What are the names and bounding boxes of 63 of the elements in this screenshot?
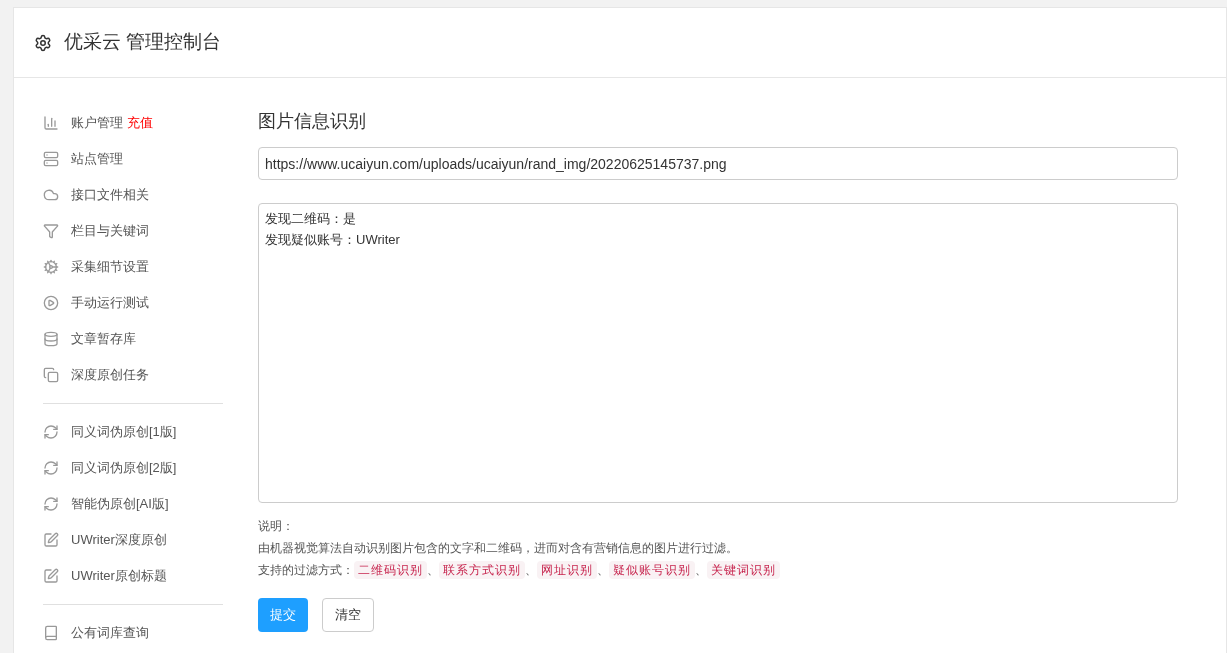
sidebar-item-label: 文章暂存库: [71, 330, 136, 349]
filter-icon: [43, 223, 59, 239]
sidebar-item-label: 栏目与关键词: [71, 222, 149, 241]
method-tag: 网址识别: [537, 561, 597, 579]
result-line: 发现二维码：是: [265, 210, 356, 228]
sidebar-item[interactable]: 文章暂存库: [43, 321, 223, 357]
refresh-icon: [43, 496, 59, 512]
sidebar-item-label: 接口文件相关: [71, 186, 149, 205]
sidebar-item[interactable]: 账户管理 充值: [43, 105, 223, 141]
refresh-icon: [43, 460, 59, 476]
server-icon: [43, 151, 59, 167]
sidebar-item[interactable]: 智能伪原创[AI版]: [43, 486, 223, 522]
separator: 、: [525, 562, 537, 579]
separator: 、: [695, 562, 707, 579]
method-tag: 二维码识别: [354, 561, 427, 579]
play-icon: [43, 295, 59, 311]
sidebar-item-label: 采集细节设置: [71, 258, 149, 277]
recharge-link[interactable]: 充值: [127, 113, 153, 133]
notes-heading: 说明：: [258, 518, 295, 535]
book-icon: [43, 625, 59, 641]
sidebar-item[interactable]: 深度原创任务: [43, 357, 223, 393]
cloud-icon: [43, 187, 59, 203]
sidebar-item-label: 手动运行测试: [71, 294, 149, 313]
separator: 、: [427, 562, 439, 579]
sidebar-item[interactable]: 公有词库查询: [43, 615, 223, 651]
clear-button[interactable]: 清空: [322, 598, 374, 632]
sidebar-item-label: 智能伪原创[AI版]: [71, 495, 169, 514]
methods-label: 支持的过滤方式：: [258, 562, 354, 579]
method-tag: 联系方式识别: [439, 561, 525, 579]
result-line: 发现疑似账号：UWriter: [265, 231, 400, 249]
sidebar-item[interactable]: 同义词伪原创[2版]: [43, 450, 223, 486]
sidebar-item-label: 同义词伪原创[2版]: [71, 459, 177, 478]
sidebar-item-label: 账户管理: [71, 114, 123, 133]
database-icon: [43, 331, 59, 347]
edit-icon: [43, 532, 59, 548]
sidebar-item[interactable]: 站点管理: [43, 141, 223, 177]
edit-icon: [43, 568, 59, 584]
result-box[interactable]: 发现二维码：是 发现疑似账号：UWriter: [258, 203, 1178, 503]
sidebar-item[interactable]: 栏目与关键词: [43, 213, 223, 249]
page-title: 图片信息识别: [258, 110, 367, 133]
sidebar-item[interactable]: 同义词伪原创[1版]: [43, 414, 223, 450]
sidebar-item[interactable]: 采集细节设置: [43, 249, 223, 285]
sidebar-item-label: 同义词伪原创[1版]: [71, 423, 177, 442]
refresh-icon: [43, 424, 59, 440]
method-tag: 疑似账号识别: [609, 561, 695, 579]
gear-icon: [43, 259, 59, 275]
sidebar-item-label: UWriter深度原创: [71, 531, 167, 550]
separator: 、: [597, 562, 609, 579]
url-field[interactable]: https://www.ucaiyun.com/uploads/ucaiyun/rand_img/20220625145737.png: [258, 147, 1178, 180]
settings-icon: [34, 33, 52, 52]
sidebar-item-label: 公有词库查询: [71, 624, 149, 643]
copy-icon: [43, 367, 59, 383]
bar-chart-icon: [43, 115, 59, 131]
notes-description: 由机器视觉算法自动识别图片包含的文字和二维码，进而对含有营销信息的图片进行过滤。: [258, 540, 739, 557]
sidebar-item[interactable]: UWriter深度原创: [43, 522, 223, 558]
method-tag: 关键词识别: [707, 561, 780, 579]
sidebar-item-label: 站点管理: [71, 150, 123, 169]
sidebar-item[interactable]: 接口文件相关: [43, 177, 223, 213]
sidebar-item[interactable]: UWriter原创标题: [43, 558, 223, 594]
sidebar-item-label: UWriter原创标题: [71, 567, 167, 586]
console-title: 优采云 管理控制台: [64, 30, 222, 55]
sidebar-item-label: 深度原创任务: [71, 366, 149, 385]
sidebar-item[interactable]: 手动运行测试: [43, 285, 223, 321]
